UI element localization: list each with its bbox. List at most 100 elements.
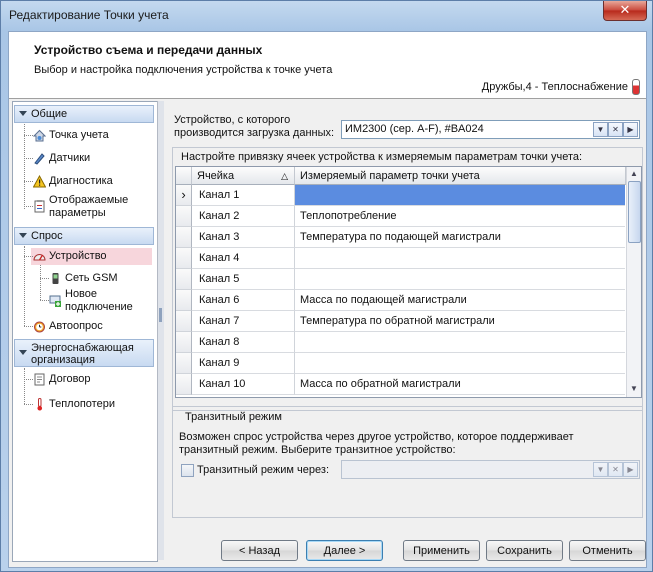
cell-parameter[interactable] [295, 269, 625, 290]
cell-channel[interactable]: Канал 3 [192, 227, 295, 248]
row-selector[interactable] [176, 206, 192, 227]
device-select-value: ИМ2300 (сер. A-F), #BA024 [345, 123, 484, 135]
device-select[interactable]: ИМ2300 (сер. A-F), #BA024 ▼ ✕ ▶ [341, 120, 640, 139]
row-selector[interactable] [176, 227, 192, 248]
row-selector[interactable] [176, 353, 192, 374]
transit-description: Возможен спрос устройства через другое у… [179, 431, 574, 456]
cell-channel[interactable]: Канал 6 [192, 290, 295, 311]
table-row[interactable]: Канал 7 Температура по обратной магистрал… [176, 311, 625, 332]
table-row[interactable]: Канал 8 [176, 332, 625, 353]
table-row[interactable]: Канал 5 [176, 269, 625, 290]
chevron-down-icon[interactable]: ▼ [593, 462, 608, 477]
table-row[interactable]: Канал 4 [176, 248, 625, 269]
cell-parameter[interactable]: Температура по подающей магистрали [295, 227, 625, 248]
sidebar-item-contract[interactable]: Договор [49, 373, 91, 385]
table-scrollbar[interactable]: ▲ ▼ [626, 167, 641, 397]
cell-parameter[interactable] [295, 353, 625, 374]
thermometer-icon [632, 79, 640, 95]
arrow-right-icon[interactable]: ▶ [623, 122, 638, 137]
cancel-button[interactable]: Отменить [569, 540, 646, 561]
row-selector[interactable]: › [176, 185, 192, 206]
scroll-down-icon[interactable]: ▼ [628, 383, 640, 395]
cell-parameter[interactable]: Масса по обратной магистрали [295, 374, 625, 395]
warning-icon [32, 174, 47, 188]
table-row[interactable]: Канал 3 Температура по подающей магистрал… [176, 227, 625, 248]
next-button[interactable]: Далее > [306, 540, 383, 561]
cell-channel[interactable]: Канал 1 [192, 185, 295, 206]
close-icon[interactable]: ✕ [608, 122, 623, 137]
row-selector[interactable] [176, 290, 192, 311]
cell-parameter[interactable] [295, 332, 625, 353]
navigation-sidebar: Общие Точка учета Датчики Диагностика От… [12, 101, 158, 562]
cell-parameter[interactable] [295, 185, 625, 206]
sidebar-item-heat-loss[interactable]: Теплопотери [49, 398, 115, 410]
arrow-right-icon[interactable]: ▶ [623, 462, 638, 477]
page-title: Устройство съема и передачи данных [34, 43, 263, 57]
house-gauge-icon [32, 129, 47, 142]
sidebar-group-general[interactable]: Общие [14, 105, 154, 123]
chevron-down-icon[interactable]: ▼ [593, 122, 608, 137]
sidebar-item-displayed-params[interactable]: Отображаемые параметры [49, 194, 149, 220]
scroll-thumb[interactable] [628, 181, 641, 243]
cell-channel[interactable]: Канал 2 [192, 206, 295, 227]
sidebar-item-auto-poll[interactable]: Автоопрос [49, 320, 103, 332]
device-label: Устройство, с которого производится загр… [174, 114, 335, 139]
row-selector[interactable] [176, 248, 192, 269]
row-selector[interactable] [176, 332, 192, 353]
column-header-param[interactable]: Измеряемый параметр точки учета [295, 167, 626, 185]
table-row[interactable]: Канал 10 Масса по обратной магистрали [176, 374, 625, 395]
page-subtitle: Выбор и настройка подключения устройства… [34, 64, 333, 76]
cell-channel[interactable]: Канал 7 [192, 311, 295, 332]
transit-device-select[interactable]: ▼ ✕ ▶ [341, 460, 640, 479]
row-selector[interactable] [176, 374, 192, 395]
apply-button[interactable]: Применить [403, 540, 480, 561]
dialog-body: Устройство съема и передачи данных Выбор… [8, 31, 647, 568]
sidebar-item-diagnostics[interactable]: Диагностика [49, 175, 113, 187]
cell-parameter[interactable]: Теплопотребление [295, 206, 625, 227]
cell-channel[interactable]: Канал 10 [192, 374, 295, 395]
cell-parameter[interactable]: Температура по обратной магистрали [295, 311, 625, 332]
sidebar-item-sensors[interactable]: Датчики [49, 152, 90, 164]
save-button[interactable]: Сохранить [486, 540, 563, 561]
contract-icon [33, 373, 46, 386]
column-header-cell[interactable]: Ячейка △ [192, 167, 295, 185]
dialog-window: Редактирование Точки учета ✕ Устройство … [0, 0, 653, 572]
cell-channel[interactable]: Канал 4 [192, 248, 295, 269]
alarm-clock-icon [33, 320, 46, 333]
close-icon[interactable]: ✕ [608, 462, 623, 477]
row-selector[interactable] [176, 311, 192, 332]
panel-splitter[interactable] [157, 101, 164, 560]
wizard-header: Устройство съема и передачи данных Выбор… [9, 32, 646, 99]
cell-channel[interactable]: Канал 8 [192, 332, 295, 353]
table-row[interactable]: Канал 2 Теплопотребление [176, 206, 625, 227]
table-row[interactable]: Канал 9 [176, 353, 625, 374]
row-selector[interactable] [176, 269, 192, 290]
sidebar-item-new-connection[interactable]: Новое подключение [65, 288, 145, 314]
table-row[interactable]: › Канал 1 [176, 185, 625, 206]
back-button[interactable]: < Назад [221, 540, 298, 561]
sidebar-group-supplier[interactable]: Энергоснабжающая организация [14, 339, 154, 367]
gauge-icon [33, 250, 46, 263]
window-title: Редактирование Точки учета [9, 8, 169, 22]
new-connection-icon [49, 294, 62, 307]
sidebar-item-device[interactable]: Устройство [49, 250, 107, 262]
close-icon[interactable]: ✕ [603, 1, 647, 21]
transit-checkbox[interactable] [181, 464, 194, 477]
sidebar-item-gsm-network[interactable]: Сеть GSM [65, 272, 118, 284]
binding-caption: Настройте привязку ячеек устройства к из… [181, 151, 583, 163]
transit-title: Транзитный режим [185, 411, 282, 423]
cell-parameter[interactable] [295, 248, 625, 269]
cell-parameter[interactable]: Масса по подающей магистрали [295, 290, 625, 311]
table-row[interactable]: Канал 6 Масса по подающей магистрали [176, 290, 625, 311]
sidebar-item-metering-point[interactable]: Точка учета [49, 129, 109, 141]
cell-channel[interactable]: Канал 9 [192, 353, 295, 374]
clipboard-icon [33, 199, 46, 213]
thermometer-icon [33, 398, 46, 411]
scroll-up-icon[interactable]: ▲ [628, 168, 640, 180]
cell-channel[interactable]: Канал 5 [192, 269, 295, 290]
title-bar: Редактирование Точки учета ✕ [1, 1, 652, 31]
binding-table: Ячейка △ Измеряемый параметр точки учета … [175, 166, 642, 398]
phone-icon [49, 272, 62, 285]
context-label: Дружбы,4 - Теплоснабжение [481, 81, 628, 93]
sidebar-group-polling[interactable]: Спрос [14, 227, 154, 245]
